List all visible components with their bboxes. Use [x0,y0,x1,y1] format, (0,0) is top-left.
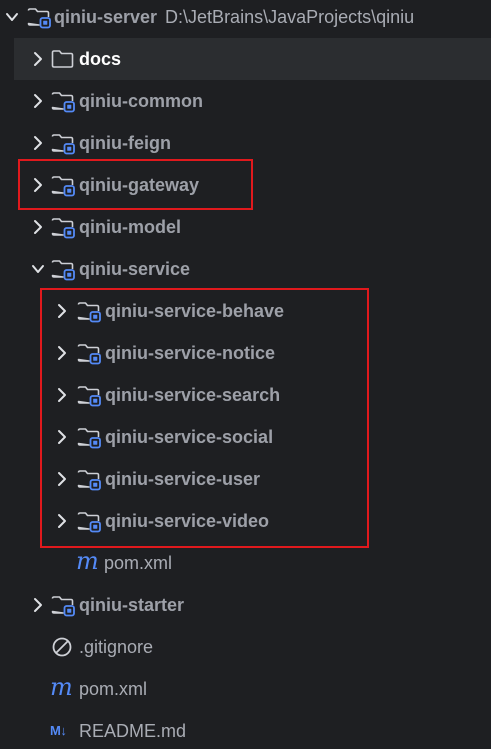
module-folder-icon [76,299,102,323]
tree-row-gateway-label: qiniu-gateway [79,175,200,195]
project-tree: qiniu-server D:\JetBrains\JavaProjects\qi… [0,0,491,749]
tree-row-starter[interactable]: qiniu-starter [0,584,491,626]
root-path: D:\JetBrains\JavaProjects\qiniu [165,7,415,27]
module-folder-icon [50,131,76,155]
module-folder-icon [76,509,102,533]
tree-row-root-label: qiniu-server D:\JetBrains\JavaProjects\qi… [54,6,414,28]
tree-row-starter-label: qiniu-starter [79,595,185,615]
chevron-down-icon[interactable] [4,7,20,27]
module-folder-icon [76,425,102,449]
chevron-right-icon[interactable] [30,91,46,111]
tree-row-service-pom[interactable]: m pom.xml [0,542,491,584]
tree-row-model-label: qiniu-model [79,217,181,237]
tree-row-service-social[interactable]: qiniu-service-social [0,416,491,458]
module-folder-icon [76,341,102,365]
tree-row-service-search[interactable]: qiniu-service-search [0,374,491,416]
tree-row-common[interactable]: qiniu-common [0,80,491,122]
module-folder-icon [50,89,76,113]
root-name: qiniu-server [54,7,158,27]
chevron-right-icon[interactable] [30,133,46,153]
tree-row-service-behave[interactable]: qiniu-service-behave [0,290,491,332]
tree-row-service-user-label: qiniu-service-user [105,469,261,489]
module-folder-icon [50,215,76,239]
chevron-right-icon[interactable] [30,217,46,237]
markdown-icon: M↓ [50,723,67,738]
tree-row-pom[interactable]: m pom.xml [0,668,491,710]
tree-row-readme[interactable]: M↓ README.md [0,710,491,749]
chevron-right-icon[interactable] [30,175,46,195]
tree-row-pom-label: pom.xml [79,679,148,699]
tree-row-docs-label: docs [79,49,122,69]
chevron-right-icon[interactable] [54,427,70,447]
module-folder-icon [50,257,76,281]
tree-row-gateway[interactable]: qiniu-gateway [0,164,491,206]
tree-row-gitignore-label: .gitignore [79,637,154,657]
chevron-right-icon[interactable] [54,469,70,489]
tree-row-readme-label: README.md [79,721,187,741]
tree-row-gitignore[interactable]: .gitignore [0,626,491,668]
tree-row-root[interactable]: qiniu-server D:\JetBrains\JavaProjects\qi… [0,0,491,38]
tree-row-service-user[interactable]: qiniu-service-user [0,458,491,500]
folder-icon [50,47,76,71]
tree-row-docs[interactable]: docs [14,38,491,80]
maven-icon: m [76,547,99,575]
chevron-down-icon[interactable] [30,259,46,279]
module-folder-icon [50,593,76,617]
module-folder-icon [76,467,102,491]
chevron-right-icon[interactable] [54,301,70,321]
tree-row-feign-label: qiniu-feign [79,133,171,153]
tree-row-service-notice-label: qiniu-service-notice [105,343,276,363]
tree-row-service-notice[interactable]: qiniu-service-notice [0,332,491,374]
tree-row-service-pom-label: pom.xml [104,553,173,573]
tree-row-feign[interactable]: qiniu-feign [0,122,491,164]
module-folder-icon [76,383,102,407]
chevron-right-icon[interactable] [54,511,70,531]
chevron-right-icon[interactable] [30,49,46,69]
maven-icon: m [50,673,73,701]
chevron-right-icon[interactable] [54,343,70,363]
module-folder-icon [26,5,52,29]
tree-row-service-search-label: qiniu-service-search [105,385,281,405]
chevron-right-icon[interactable] [54,385,70,405]
tree-row-service-video-label: qiniu-service-video [105,511,270,531]
ignore-file-icon [51,636,73,658]
tree-row-service-video[interactable]: qiniu-service-video [0,500,491,542]
module-folder-icon [50,173,76,197]
tree-row-model[interactable]: qiniu-model [0,206,491,248]
chevron-right-icon[interactable] [30,595,46,615]
tree-row-service-label: qiniu-service [79,259,191,279]
tree-row-service-social-label: qiniu-service-social [105,427,274,447]
tree-row-service-behave-label: qiniu-service-behave [105,301,285,321]
tree-row-common-label: qiniu-common [79,91,203,111]
tree-row-service[interactable]: qiniu-service [0,248,491,290]
